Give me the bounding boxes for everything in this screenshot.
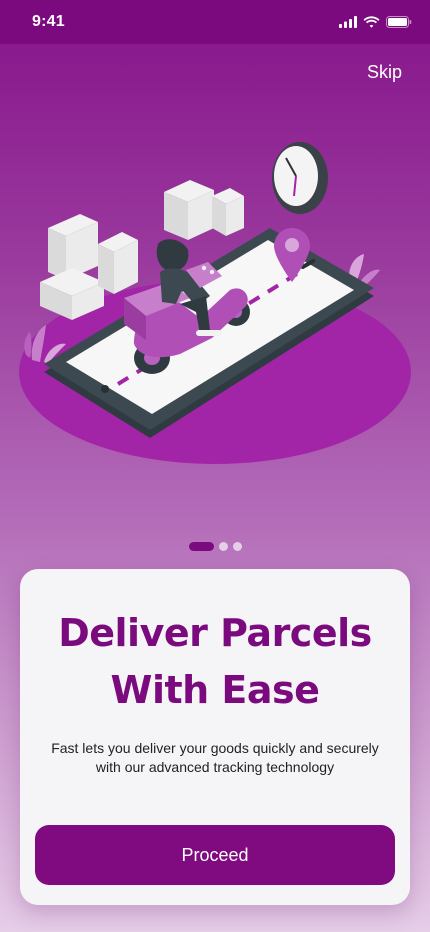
page-indicator xyxy=(0,542,430,551)
status-icons xyxy=(339,16,412,28)
onboarding-card: Deliver Parcels With Ease Fast lets you … xyxy=(20,569,410,905)
signal-icon xyxy=(339,16,357,28)
skip-link[interactable]: Skip xyxy=(367,62,402,83)
onboarding-title-line: With Ease xyxy=(110,668,320,712)
clock-icon xyxy=(272,142,328,214)
onboarding-description: Fast lets you deliver your goods quickly… xyxy=(30,739,400,777)
onboarding-title-line: Deliver Parcels xyxy=(58,611,372,655)
page-dot[interactable] xyxy=(218,542,228,551)
proceed-button[interactable]: Proceed xyxy=(35,825,395,885)
delivery-illustration xyxy=(19,142,411,464)
onboarding-description-line: with our advanced tracking technology xyxy=(95,759,335,775)
onboarding-description-line: Fast lets you deliver your goods quickly… xyxy=(51,740,379,756)
status-time: 9:41 xyxy=(32,13,65,30)
parcel-boxes-icon xyxy=(164,180,244,240)
wifi-icon xyxy=(363,16,380,28)
battery-icon xyxy=(386,16,412,28)
status-bar: 9:41 xyxy=(0,0,430,44)
page-dot-active[interactable] xyxy=(188,542,214,551)
onboarding-title: Deliver Parcels With Ease xyxy=(20,605,410,719)
page-dot[interactable] xyxy=(232,542,242,551)
